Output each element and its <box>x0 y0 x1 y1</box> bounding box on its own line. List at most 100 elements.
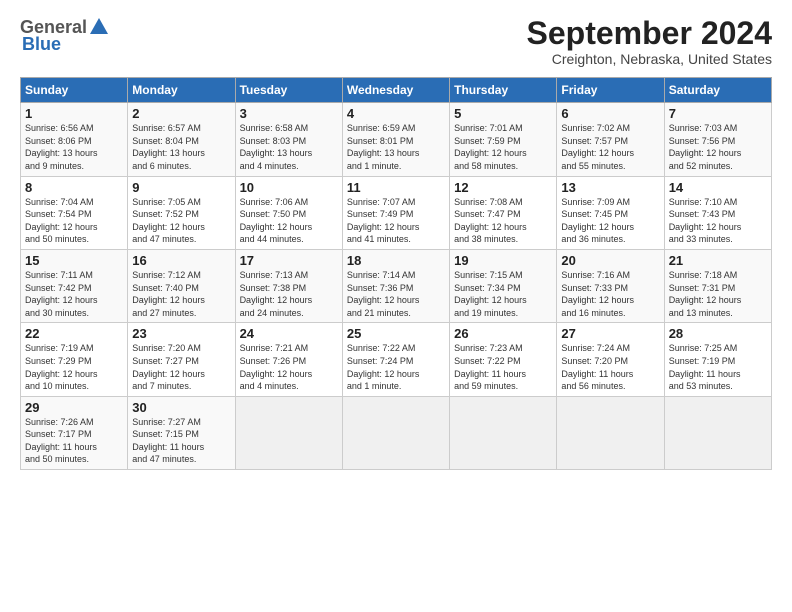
calendar-cell: 3Sunrise: 6:58 AMSunset: 8:03 PMDaylight… <box>235 103 342 176</box>
logo: General Blue <box>20 16 111 55</box>
calendar-cell: 23Sunrise: 7:20 AMSunset: 7:27 PMDayligh… <box>128 323 235 396</box>
calendar-cell: 8Sunrise: 7:04 AMSunset: 7:54 PMDaylight… <box>21 176 128 249</box>
day-number: 6 <box>561 106 659 121</box>
day-info: Sunrise: 7:12 AMSunset: 7:40 PMDaylight:… <box>132 269 230 319</box>
header-day-monday: Monday <box>128 78 235 103</box>
day-info: Sunrise: 7:01 AMSunset: 7:59 PMDaylight:… <box>454 122 552 172</box>
header-day-thursday: Thursday <box>450 78 557 103</box>
day-info: Sunrise: 7:03 AMSunset: 7:56 PMDaylight:… <box>669 122 767 172</box>
calendar-cell: 9Sunrise: 7:05 AMSunset: 7:52 PMDaylight… <box>128 176 235 249</box>
day-info: Sunrise: 7:06 AMSunset: 7:50 PMDaylight:… <box>240 196 338 246</box>
day-number: 8 <box>25 180 123 195</box>
calendar-cell: 11Sunrise: 7:07 AMSunset: 7:49 PMDayligh… <box>342 176 449 249</box>
day-info: Sunrise: 7:22 AMSunset: 7:24 PMDaylight:… <box>347 342 445 392</box>
day-info: Sunrise: 7:11 AMSunset: 7:42 PMDaylight:… <box>25 269 123 319</box>
day-number: 28 <box>669 326 767 341</box>
day-number: 30 <box>132 400 230 415</box>
header-day-tuesday: Tuesday <box>235 78 342 103</box>
day-info: Sunrise: 7:08 AMSunset: 7:47 PMDaylight:… <box>454 196 552 246</box>
calendar-cell: 18Sunrise: 7:14 AMSunset: 7:36 PMDayligh… <box>342 249 449 322</box>
day-info: Sunrise: 6:57 AMSunset: 8:04 PMDaylight:… <box>132 122 230 172</box>
day-info: Sunrise: 7:21 AMSunset: 7:26 PMDaylight:… <box>240 342 338 392</box>
day-info: Sunrise: 7:25 AMSunset: 7:19 PMDaylight:… <box>669 342 767 392</box>
page: General Blue September 2024 Creighton, N… <box>0 0 792 612</box>
day-number: 11 <box>347 180 445 195</box>
calendar-cell: 13Sunrise: 7:09 AMSunset: 7:45 PMDayligh… <box>557 176 664 249</box>
day-info: Sunrise: 7:09 AMSunset: 7:45 PMDaylight:… <box>561 196 659 246</box>
calendar-cell: 5Sunrise: 7:01 AMSunset: 7:59 PMDaylight… <box>450 103 557 176</box>
day-number: 18 <box>347 253 445 268</box>
day-info: Sunrise: 7:23 AMSunset: 7:22 PMDaylight:… <box>454 342 552 392</box>
day-info: Sunrise: 7:18 AMSunset: 7:31 PMDaylight:… <box>669 269 767 319</box>
day-info: Sunrise: 6:56 AMSunset: 8:06 PMDaylight:… <box>25 122 123 172</box>
day-info: Sunrise: 7:27 AMSunset: 7:15 PMDaylight:… <box>132 416 230 466</box>
week-row-1: 1Sunrise: 6:56 AMSunset: 8:06 PMDaylight… <box>21 103 772 176</box>
day-number: 13 <box>561 180 659 195</box>
day-info: Sunrise: 7:24 AMSunset: 7:20 PMDaylight:… <box>561 342 659 392</box>
day-info: Sunrise: 7:13 AMSunset: 7:38 PMDaylight:… <box>240 269 338 319</box>
day-number: 20 <box>561 253 659 268</box>
calendar-cell <box>450 396 557 469</box>
header-day-friday: Friday <box>557 78 664 103</box>
day-info: Sunrise: 7:04 AMSunset: 7:54 PMDaylight:… <box>25 196 123 246</box>
day-info: Sunrise: 7:07 AMSunset: 7:49 PMDaylight:… <box>347 196 445 246</box>
day-info: Sunrise: 7:26 AMSunset: 7:17 PMDaylight:… <box>25 416 123 466</box>
week-row-5: 29Sunrise: 7:26 AMSunset: 7:17 PMDayligh… <box>21 396 772 469</box>
day-number: 4 <box>347 106 445 121</box>
calendar-cell: 26Sunrise: 7:23 AMSunset: 7:22 PMDayligh… <box>450 323 557 396</box>
header-day-sunday: Sunday <box>21 78 128 103</box>
day-info: Sunrise: 7:05 AMSunset: 7:52 PMDaylight:… <box>132 196 230 246</box>
day-info: Sunrise: 7:10 AMSunset: 7:43 PMDaylight:… <box>669 196 767 246</box>
day-number: 21 <box>669 253 767 268</box>
logo-icon <box>88 16 110 38</box>
day-number: 12 <box>454 180 552 195</box>
day-number: 9 <box>132 180 230 195</box>
calendar-cell: 19Sunrise: 7:15 AMSunset: 7:34 PMDayligh… <box>450 249 557 322</box>
day-number: 10 <box>240 180 338 195</box>
day-number: 7 <box>669 106 767 121</box>
calendar-cell <box>342 396 449 469</box>
calendar-cell: 30Sunrise: 7:27 AMSunset: 7:15 PMDayligh… <box>128 396 235 469</box>
day-info: Sunrise: 7:16 AMSunset: 7:33 PMDaylight:… <box>561 269 659 319</box>
day-number: 17 <box>240 253 338 268</box>
day-number: 15 <box>25 253 123 268</box>
day-number: 5 <box>454 106 552 121</box>
day-info: Sunrise: 7:20 AMSunset: 7:27 PMDaylight:… <box>132 342 230 392</box>
day-info: Sunrise: 7:15 AMSunset: 7:34 PMDaylight:… <box>454 269 552 319</box>
calendar-cell: 28Sunrise: 7:25 AMSunset: 7:19 PMDayligh… <box>664 323 771 396</box>
header-day-wednesday: Wednesday <box>342 78 449 103</box>
day-number: 3 <box>240 106 338 121</box>
day-number: 16 <box>132 253 230 268</box>
week-row-3: 15Sunrise: 7:11 AMSunset: 7:42 PMDayligh… <box>21 249 772 322</box>
calendar-subtitle: Creighton, Nebraska, United States <box>527 51 772 67</box>
day-number: 2 <box>132 106 230 121</box>
calendar-cell: 17Sunrise: 7:13 AMSunset: 7:38 PMDayligh… <box>235 249 342 322</box>
calendar-cell: 2Sunrise: 6:57 AMSunset: 8:04 PMDaylight… <box>128 103 235 176</box>
calendar-cell: 4Sunrise: 6:59 AMSunset: 8:01 PMDaylight… <box>342 103 449 176</box>
calendar-cell: 24Sunrise: 7:21 AMSunset: 7:26 PMDayligh… <box>235 323 342 396</box>
day-number: 23 <box>132 326 230 341</box>
day-info: Sunrise: 6:58 AMSunset: 8:03 PMDaylight:… <box>240 122 338 172</box>
calendar-cell: 12Sunrise: 7:08 AMSunset: 7:47 PMDayligh… <box>450 176 557 249</box>
day-number: 19 <box>454 253 552 268</box>
calendar-cell <box>664 396 771 469</box>
calendar-cell: 16Sunrise: 7:12 AMSunset: 7:40 PMDayligh… <box>128 249 235 322</box>
week-row-2: 8Sunrise: 7:04 AMSunset: 7:54 PMDaylight… <box>21 176 772 249</box>
day-number: 1 <box>25 106 123 121</box>
calendar-cell <box>235 396 342 469</box>
day-info: Sunrise: 7:14 AMSunset: 7:36 PMDaylight:… <box>347 269 445 319</box>
day-number: 24 <box>240 326 338 341</box>
title-block: September 2024 Creighton, Nebraska, Unit… <box>527 16 772 67</box>
calendar-cell: 22Sunrise: 7:19 AMSunset: 7:29 PMDayligh… <box>21 323 128 396</box>
calendar-cell: 7Sunrise: 7:03 AMSunset: 7:56 PMDaylight… <box>664 103 771 176</box>
day-number: 25 <box>347 326 445 341</box>
calendar-cell: 1Sunrise: 6:56 AMSunset: 8:06 PMDaylight… <box>21 103 128 176</box>
header: General Blue September 2024 Creighton, N… <box>20 16 772 67</box>
calendar-cell: 15Sunrise: 7:11 AMSunset: 7:42 PMDayligh… <box>21 249 128 322</box>
week-row-4: 22Sunrise: 7:19 AMSunset: 7:29 PMDayligh… <box>21 323 772 396</box>
day-info: Sunrise: 7:19 AMSunset: 7:29 PMDaylight:… <box>25 342 123 392</box>
day-number: 29 <box>25 400 123 415</box>
calendar-cell: 25Sunrise: 7:22 AMSunset: 7:24 PMDayligh… <box>342 323 449 396</box>
calendar-table: SundayMondayTuesdayWednesdayThursdayFrid… <box>20 77 772 470</box>
day-number: 27 <box>561 326 659 341</box>
